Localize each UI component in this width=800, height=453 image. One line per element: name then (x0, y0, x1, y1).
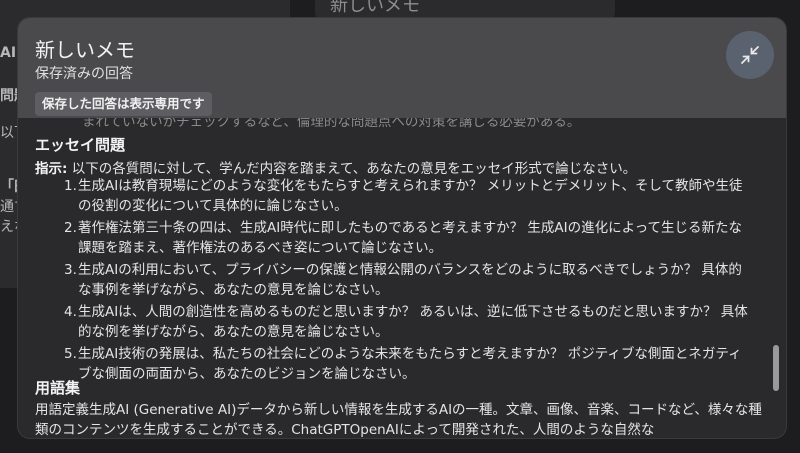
question-text: 生成AIの利用において、プライバシーの保護と情報公開のバランスをどのように取るべ… (78, 262, 742, 298)
question-number: 1. (64, 178, 77, 194)
faded-text-line: まれていないかチェックするなど、倫理的な問題点への対策を講じる必要がある。 (82, 118, 581, 130)
modal-content[interactable]: まれていないかチェックするなど、倫理的な問題点への対策を講じる必要がある。 エッ… (18, 118, 786, 438)
readonly-badge: 保存した回答は表示専用です (35, 92, 212, 116)
essay-instruction: 指示: 以下の各質問に対して、学んだ内容を踏まえて、あなたの意見をエッセイ形式で… (35, 157, 636, 177)
question-text: 生成AI技術の発展は、私たちの社会にどのような未来をもたらすと考えますか？ ポジ… (78, 346, 742, 382)
essay-question: 1. 生成AIは教育現場にどのような変化をもたらすと考えられますか？ メリットとデ… (64, 177, 754, 216)
essay-question: 5. 生成AI技術の発展は、私たちの社会にどのような未来をもたらすと考えますか？ … (64, 345, 754, 384)
background-fragment: AI (0, 45, 17, 61)
essay-heading: エッセイ問題 (35, 136, 126, 154)
saved-response-modal: 新しいメモ 保存済みの回答 保存した回答は表示専用です まれていないかチェックす… (18, 18, 786, 438)
question-number: 4. (64, 304, 77, 320)
question-text: 生成AIは、人間の創造性を高めるものだと思いますか？ あるいは、逆に低下させるも… (78, 304, 748, 340)
essay-question: 4. 生成AIは、人間の創造性を高めるものだと思いますか？ あるいは、逆に低下させ… (64, 303, 754, 342)
essay-question-list: 1. 生成AIは教育現場にどのような変化をもたらすと考えられますか？ メリットとデ… (64, 177, 754, 387)
essay-question: 2. 著作権法第三十条の四は、生成AI時代に即したものであると考えますか？ 生成A… (64, 219, 754, 258)
glossary-text: 用語定義生成AI (Generative AI)データから新しい情報を生成するA… (35, 402, 762, 438)
collapse-arrows-icon (741, 46, 759, 64)
background-card-title: 新しいメモ (330, 0, 420, 16)
modal-subtitle: 保存済みの回答 (35, 66, 133, 82)
modal-header: 新しいメモ 保存済みの回答 保存した回答は表示専用です (18, 18, 786, 118)
instruction-label: 指示: (35, 161, 68, 177)
question-number: 3. (64, 262, 77, 278)
instruction-text: 以下の各質問に対して、学んだ内容を踏まえて、あなたの意見をエッセイ形式で論じなさ… (67, 161, 637, 177)
collapse-button[interactable] (726, 31, 774, 79)
glossary-heading: 用語集 (35, 379, 81, 397)
scrollbar-thumb[interactable] (773, 345, 779, 391)
essay-question: 3. 生成AIの利用において、プライバシーの保護と情報公開のバランスをどのように取… (64, 261, 754, 300)
modal-title: 新しいメモ (35, 38, 135, 62)
question-number: 2. (64, 220, 77, 236)
question-number: 5. (64, 346, 77, 362)
question-text: 生成AIは教育現場にどのような変化をもたらすと考えられますか？ メリットとデメリ… (78, 178, 743, 214)
question-text: 著作権法第三十条の四は、生成AI時代に即したものであると考えますか？ 生成AIの… (78, 220, 743, 256)
